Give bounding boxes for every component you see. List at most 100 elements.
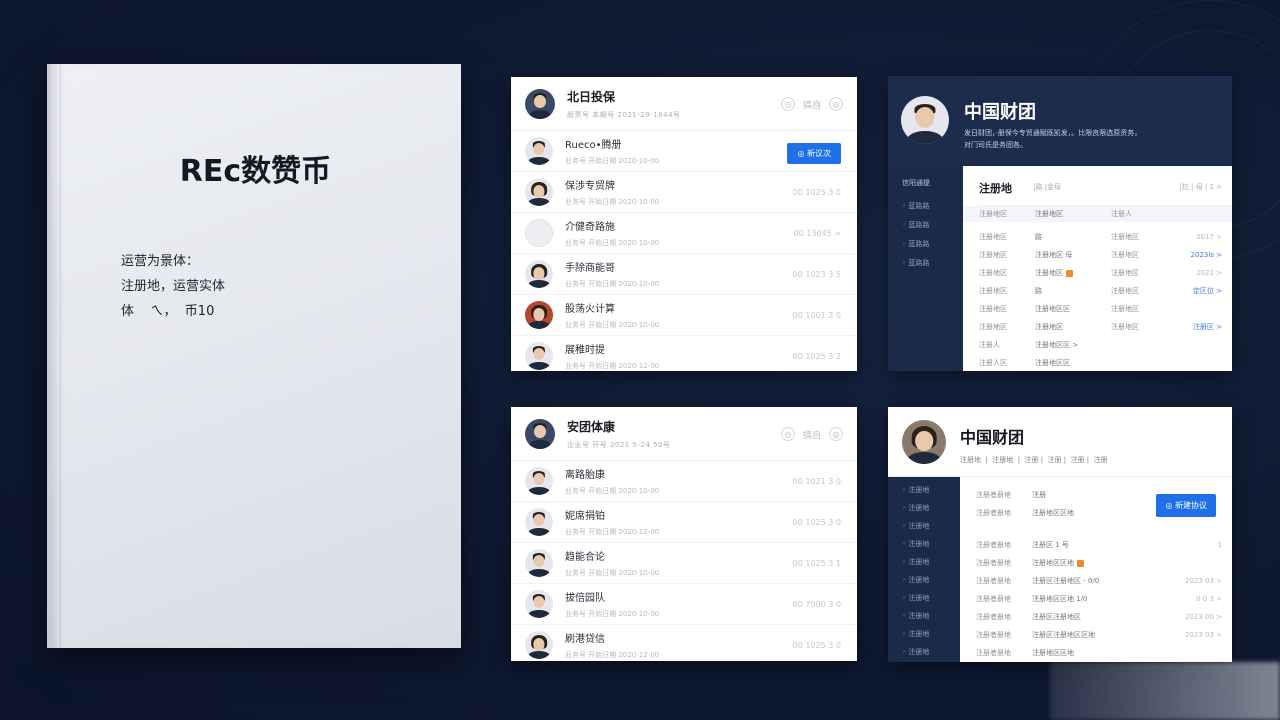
sidebar-item[interactable]: ◦ 注册地 <box>888 517 960 535</box>
info-key: 注册者册地 <box>976 491 1011 499</box>
profile-header: 中国财团 注册地 | 注册地 | 注册 | 注册 | 注册 | 注册 <box>888 407 1232 477</box>
table-link[interactable]: 2023ls > <box>1191 251 1223 259</box>
section-pager[interactable]: |拉 | 母 | 1 > <box>1179 182 1222 192</box>
action-label[interactable]: 搞自 <box>803 428 821 441</box>
table-cell: 注册者册地 <box>976 631 1011 639</box>
sidebar-item[interactable]: ◦ 蓝路路 <box>888 253 963 272</box>
table-cell: 注册地区区 > <box>1035 341 1079 349</box>
table-cell: 注册地区 <box>979 287 1007 295</box>
table-row[interactable]: 注册者册地 注册地区区地 <box>976 554 1232 572</box>
table-cell: 2023 00 > <box>1184 613 1222 621</box>
sidebar-item[interactable]: ◦ 注册地 <box>888 607 960 625</box>
list-item[interactable]: 妮席捐铂 业务号 开始日期 2020-12-00 00 1025 3 0 <box>511 502 857 543</box>
sidebar-item[interactable]: ◦ 注册地 <box>888 643 960 661</box>
list-item[interactable]: 保涉专贸牌 业务号 开始日期 2020-10-00 00 1025 3 0 <box>511 172 857 213</box>
person-avatar <box>525 631 553 659</box>
item-meta: 业务号 开始日期 2020-10-00 <box>565 487 660 495</box>
list-item[interactable]: 展稚时提 业务号 开始日期 2020-12-00 00 1025 3 2 <box>511 336 857 371</box>
settings-icon[interactable]: ◎ <box>829 427 843 441</box>
table-cell: 2023 03 > <box>1184 577 1222 585</box>
list-item[interactable]: 趋能合论 业务号 开始日期 2020-10-00 00 1025 3 1 <box>511 543 857 584</box>
item-meta: 业务号 开始日期 2020-10-00 <box>565 280 660 288</box>
company-description: 发日财团，·册保今专贸通赋既凯发，。比限良限选原资务， <box>964 129 1142 137</box>
table-row[interactable]: 注册地区 注册地区 注册地区 2022 > <box>979 264 1232 282</box>
item-value: 00 1021 3 0 <box>792 476 841 486</box>
table-cell: 0 0 3 > <box>1196 595 1222 603</box>
profile-tabs[interactable]: 注册地 | 注册地 | 注册 | 注册 | 注册 | 注册 <box>960 455 1108 465</box>
table-row[interactable]: 注册地区 注册地区 母 注册地区 2023ls > <box>979 246 1232 264</box>
company-name: 中国财团 <box>960 428 1025 447</box>
add-button[interactable]: ◎ 新议次 <box>787 143 841 164</box>
list-subtitle: 企业号 开号 2021 5-24 50号 <box>567 440 671 449</box>
sidebar-item[interactable]: ◦ 注册地 <box>888 625 960 643</box>
person-avatar <box>525 467 553 495</box>
clock-icon[interactable]: ◷ <box>780 427 795 441</box>
item-value: 00 1023 3 5 <box>792 269 841 279</box>
table-link[interactable]: 注册区 > <box>1193 322 1222 332</box>
item-value: 00 1025 3 0 <box>792 640 841 650</box>
tag-icon <box>1066 269 1073 277</box>
table-cell: 2022 > <box>1196 269 1222 277</box>
table-row[interactable]: 注册地区 路 注册地区 2017 > <box>979 228 1232 246</box>
item-name: 离路胎康 <box>565 470 605 481</box>
sidebar-item[interactable]: ◦ 注册地 <box>888 535 960 553</box>
list-item[interactable]: 拔倍园队 业务号 开始日期 2020-10-00 00 7000 3 0 <box>511 584 857 625</box>
action-label[interactable]: 搞自 <box>803 98 821 111</box>
sidebar-item[interactable]: ◦ 注册地 <box>888 553 960 571</box>
table-row[interactable]: 注册者册地 注册区注册地区区地 2023 03 > <box>976 626 1232 644</box>
new-agreement-button[interactable]: ◎ 新建协议 <box>1156 494 1216 517</box>
clock-icon[interactable]: ◷ <box>780 97 795 111</box>
table-cell: 注册地区 <box>979 305 1007 313</box>
table-cell: 注册者册地 <box>976 595 1011 603</box>
table-row[interactable]: 注册地区 注册地区区 注册地区 <box>979 300 1232 318</box>
blurred-overlay <box>1050 662 1280 720</box>
list-item[interactable]: 手除商能哥 业务号 开始日期 2020-10-00 00 1023 3 5 <box>511 254 857 295</box>
table-cell: 注册地区 <box>1035 269 1063 277</box>
column-header: 注册地区 <box>1035 210 1063 218</box>
table-row[interactable]: 注册者册地 注册区 1 号 1 <box>976 536 1232 554</box>
sidebar-item[interactable]: ◦ 注册地 <box>888 499 960 517</box>
table-row[interactable]: 注册人 注册地区区 > <box>979 336 1232 354</box>
section-tabs[interactable]: |路 |金母 <box>1033 182 1061 192</box>
table-row[interactable]: 注册者册地 注册地区区地 <box>976 644 1232 662</box>
sidebar-item[interactable]: ◦ 注册地 <box>888 481 960 499</box>
company-profile-card: 中国财团 注册地 | 注册地 | 注册 | 注册 | 注册 | 注册 ◦ 注册地… <box>888 407 1232 662</box>
item-name: 趋能合论 <box>565 552 605 563</box>
sidebar-item[interactable]: ◦ 注册地 <box>888 589 960 607</box>
document-line: 体 ㄟ， 币10 <box>121 304 215 319</box>
list-item[interactable]: 离路胎康 业务号 开始日期 2020-10-00 00 1021 3 0 <box>511 461 857 502</box>
list-item[interactable]: 介健奇路施 业务号 开始日期 2020-10-00 00 13045 > <box>511 213 857 254</box>
sidebar-item[interactable]: ◦ 注册地 <box>888 571 960 589</box>
item-meta: 业务号 开始日期 2020-10-00 <box>565 610 660 618</box>
person-avatar <box>525 590 553 618</box>
list-header: 北日投保 股票号 本期号 2021-29-1844号 ◷ 搞自 ◎ <box>511 77 857 131</box>
sidebar-item[interactable]: ◦ 蓝路路 <box>888 215 963 234</box>
table-cell: 注册地区区地 <box>1032 649 1074 657</box>
item-name: 手除商能哥 <box>565 263 615 274</box>
list-subtitle: 股票号 本期号 2021-29-1844号 <box>567 110 681 119</box>
info-value: 注册 <box>1032 491 1046 499</box>
table-link[interactable]: 定区位 > <box>1193 286 1222 296</box>
table-row[interactable]: 注册地区 注册地区 注册地区 注册区 > <box>979 318 1232 336</box>
item-name: 股荡火计算 <box>565 304 615 315</box>
profile-main-panel: 注册者册地 注册 注册者册地 注册地区区地 ◎ 新建协议 注册者册地 注册区 1 号1… <box>960 478 1232 662</box>
list-item[interactable]: 股荡火计算 业务号 开始日期 2020-10-00 00 1001 3 0 <box>511 295 857 336</box>
table-row[interactable]: 注册者册地 注册区注册地区 2023 00 > <box>976 608 1232 626</box>
sidebar-item[interactable]: ◦ 蓝路路 <box>888 234 963 253</box>
table-row[interactable]: 注册者册地 注册区注册地区 - 0/0 2023 03 > <box>976 572 1232 590</box>
table-row[interactable]: 注册地区 路 注册地区 定区位 > <box>979 282 1232 300</box>
person-avatar <box>525 549 553 577</box>
company-avatar <box>901 96 949 144</box>
settings-icon[interactable]: ◎ <box>829 97 843 111</box>
table-cell: 注册者册地 <box>976 577 1011 585</box>
item-name: 刷港贷信 <box>565 634 605 645</box>
item-meta: 业务号 开始日期 2020-10-00 <box>565 321 660 329</box>
person-avatar <box>525 508 553 536</box>
list-item[interactable]: Rueco•腾册 业务号 开始日期 2020-10-00 ◎ 新议次 <box>511 131 857 172</box>
sidebar-item[interactable]: ◦ 蓝路路 <box>888 196 963 215</box>
company-name: 中国财团 <box>964 102 1036 123</box>
table-row[interactable]: 注册人区 注册地区区 <box>979 354 1232 371</box>
table-row[interactable]: 注册者册地 注册地区区地 1/0 0 0 3 > <box>976 590 1232 608</box>
table-cell: 1 <box>1217 541 1222 549</box>
list-item[interactable]: 刷港贷信 业务号 开始日期 2020-12-00 00 1025 3 0 <box>511 625 857 661</box>
